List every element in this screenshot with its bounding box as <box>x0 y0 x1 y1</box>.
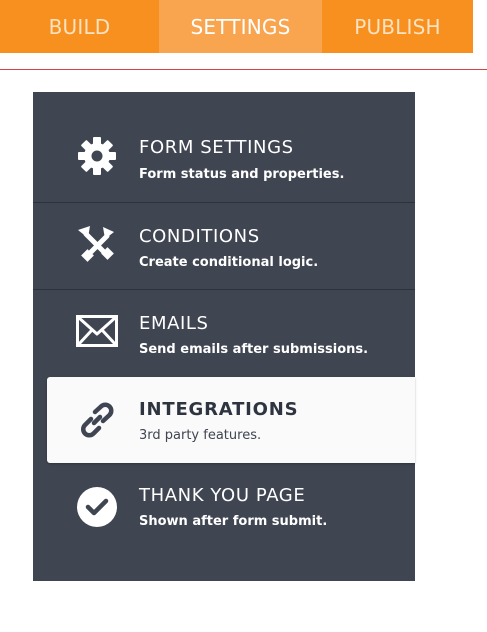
menu-item-title: THANK YOU PAGE <box>139 485 306 506</box>
menu-item-thank-you-page[interactable]: THANK YOU PAGE Shown after form submit. <box>33 463 415 550</box>
menu-item-subtitle: Form status and properties. <box>139 167 345 182</box>
menu-item-subtitle: Create conditional logic. <box>139 255 319 270</box>
menu-item-form-settings[interactable]: FORM SETTINGS Form status and properties… <box>33 92 415 182</box>
envelope-icon <box>75 309 119 353</box>
menu-item-title: CONDITIONS <box>139 226 260 247</box>
menu-item-integrations[interactable]: INTEGRATIONS 3rd party features. <box>47 377 415 463</box>
tab-build[interactable]: BUILD <box>0 0 159 53</box>
link-icon <box>75 398 119 442</box>
menu-item-title: FORM SETTINGS <box>139 137 294 158</box>
menu-item-conditions[interactable]: CONDITIONS Create conditional logic. <box>33 202 415 289</box>
menu-item-subtitle: 3rd party features. <box>139 428 262 443</box>
tab-publish[interactable]: PUBLISH <box>322 0 473 53</box>
conditions-icon <box>75 221 119 265</box>
menu-item-subtitle: Shown after form submit. <box>139 514 328 529</box>
tab-settings[interactable]: SETTINGS <box>159 0 322 53</box>
header-divider <box>0 69 487 70</box>
top-tab-bar: BUILD SETTINGS PUBLISH <box>0 0 473 53</box>
settings-menu-panel: FORM SETTINGS Form status and properties… <box>33 92 415 581</box>
menu-item-subtitle: Send emails after submissions. <box>139 342 369 357</box>
menu-item-title: EMAILS <box>139 313 209 334</box>
checkmark-circle-icon <box>75 485 119 529</box>
menu-item-emails[interactable]: EMAILS Send emails after submissions. <box>33 289 415 376</box>
gear-icon <box>75 134 119 178</box>
menu-item-title: INTEGRATIONS <box>139 399 299 420</box>
